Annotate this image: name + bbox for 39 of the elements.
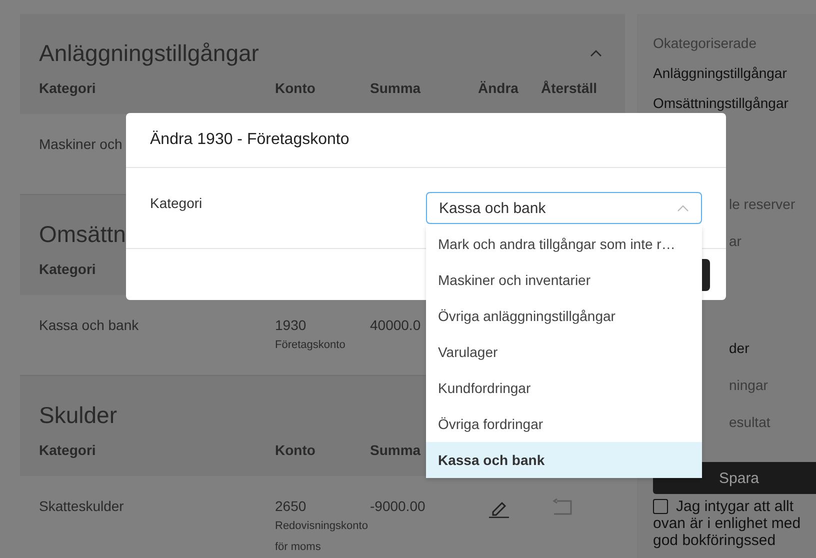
column-header: Konto	[275, 442, 316, 458]
section-title: Skulder	[39, 402, 117, 428]
section-title: Omsättn	[39, 220, 126, 248]
column-header: Ändra	[478, 80, 520, 96]
section-title: Anläggningstillgångar	[39, 40, 259, 66]
confirm-text: ovan är i enlighet med god bokföringssed	[653, 515, 802, 549]
account-name: Företagskonto	[275, 338, 346, 353]
category-cell: Kassa och bank	[39, 317, 139, 333]
sidebar-item[interactable]: Omsättningstillgångar	[653, 95, 788, 111]
chevron-up-icon	[677, 204, 689, 212]
column-header: Konto	[275, 80, 316, 96]
sidebar-item[interactable]: der	[729, 340, 750, 356]
column-header: Summa	[370, 442, 422, 458]
account-number: 2650	[275, 498, 306, 514]
dropdown-option[interactable]: Kassa och bank	[426, 442, 702, 478]
dropdown-option[interactable]: Mark och andra tillgångar som inte r…	[426, 226, 702, 262]
column-header: Summa	[370, 80, 422, 96]
confirm-text: Jag intygar att allt	[676, 498, 794, 515]
field-label: Kategori	[150, 195, 202, 211]
dropdown-option[interactable]: Varulager	[426, 334, 702, 370]
category-cell: Maskiner och	[39, 136, 122, 152]
account-name: Redovisningskonto för moms	[275, 519, 365, 555]
amount-cell: 40000.0	[370, 317, 421, 333]
sidebar-item[interactable]: Anläggningstillgångar	[653, 65, 787, 81]
column-header: Kategori	[39, 80, 97, 96]
column-header: Kategori	[39, 442, 97, 458]
chevron-icon[interactable]	[590, 49, 602, 57]
category-select[interactable]: Kassa och bank	[426, 192, 702, 224]
column-header: Kategori	[39, 261, 97, 277]
dropdown-option[interactable]: Övriga anläggningstillgångar	[426, 298, 702, 334]
checkbox[interactable]	[653, 499, 668, 514]
dropdown-option[interactable]: Övriga fordringar	[426, 406, 702, 442]
dropdown-option[interactable]: Maskiner och inventarier	[426, 262, 702, 298]
column-header: Återställ	[541, 80, 598, 96]
dialog-title: Ändra 1930 - Företagskonto	[150, 131, 350, 149]
dropdown-option[interactable]: Kundfordringar	[426, 370, 702, 406]
category-cell: Skatteskulder	[39, 498, 124, 514]
account-number: 1930	[275, 317, 306, 333]
amount-cell: -9000.00	[370, 498, 426, 514]
